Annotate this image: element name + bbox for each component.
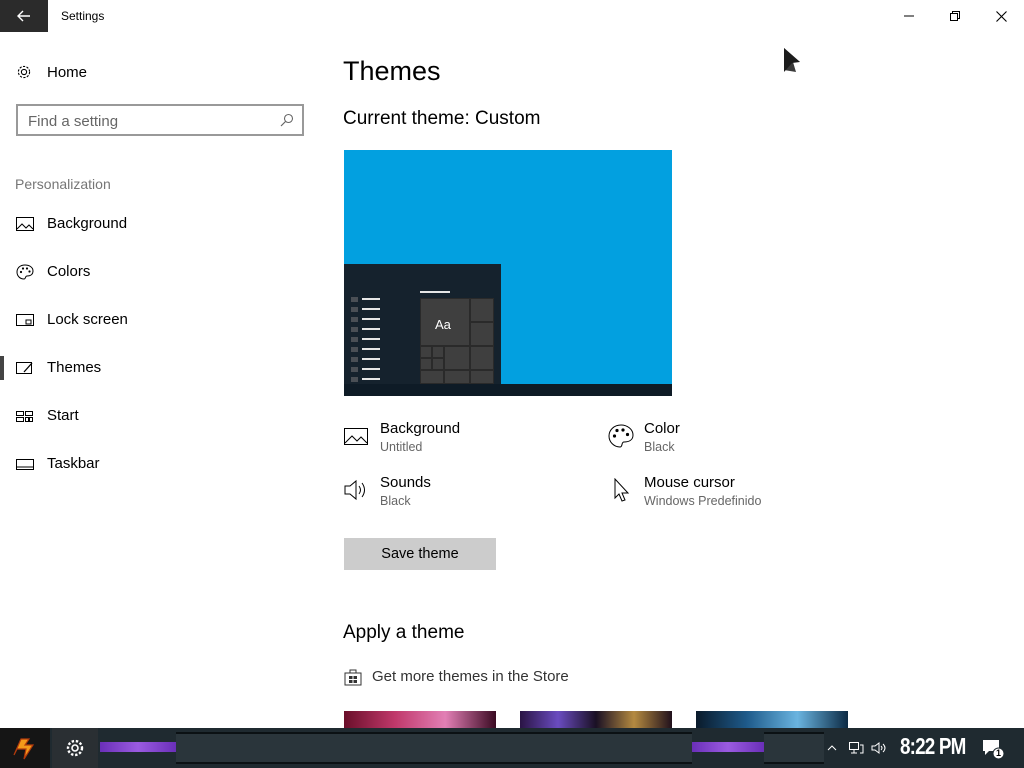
store-link-label: Get more themes in the Store: [372, 668, 569, 685]
gear-icon: [66, 739, 84, 757]
image-icon: [16, 217, 34, 231]
themes-icon: [16, 362, 33, 374]
taskbar-decoration: [100, 742, 176, 752]
network-icon: [849, 742, 864, 754]
sidebar-item-home[interactable]: Home: [0, 58, 320, 86]
selection-indicator: [0, 356, 4, 380]
taskbar-decoration: [692, 742, 764, 752]
start-logo-icon: [13, 738, 35, 760]
setting-value: Black: [644, 440, 675, 454]
sidebar-item-label: Lock screen: [47, 311, 128, 328]
start-icon: [16, 411, 33, 422]
notification-icon: [983, 740, 1005, 760]
setting-value: Untitled: [380, 440, 423, 454]
taskbar-frame: [176, 732, 692, 764]
palette-icon: [608, 424, 634, 448]
speaker-icon: [344, 479, 365, 501]
sidebar-item-background[interactable]: Background: [0, 204, 320, 244]
taskbar-icon: [16, 459, 34, 470]
cursor-icon: [614, 478, 630, 502]
setting-name: Color: [644, 420, 680, 437]
search-icon[interactable]: [280, 113, 294, 127]
notification-count: 1: [995, 748, 1001, 758]
image-icon: [344, 428, 368, 445]
setting-value: Black: [380, 494, 411, 508]
network-button[interactable]: [846, 738, 866, 758]
volume-button[interactable]: [870, 738, 890, 758]
section-label: Personalization: [15, 176, 111, 192]
background-setting[interactable]: Background Untitled: [344, 420, 584, 460]
mouse-cursor-setting[interactable]: Mouse cursor Windows Predefinido: [608, 474, 848, 514]
theme-thumbnail[interactable]: [344, 711, 496, 728]
gear-icon: [17, 65, 31, 79]
minimize-button[interactable]: [886, 0, 932, 32]
setting-name: Background: [380, 420, 461, 437]
lock-screen-icon: [16, 314, 34, 326]
setting-name: Sounds: [380, 474, 431, 491]
sidebar-item-lock-screen[interactable]: Lock screen: [0, 300, 320, 340]
sounds-setting[interactable]: Sounds Black: [344, 474, 584, 514]
page-title: Themes: [343, 56, 441, 86]
sidebar-item-start[interactable]: Start: [0, 396, 320, 436]
color-setting[interactable]: Color Black: [608, 420, 848, 460]
sidebar-item-label: Themes: [47, 359, 102, 376]
theme-preview: Aa: [344, 150, 672, 396]
current-theme-heading: Current theme: Custom: [343, 108, 541, 129]
arrow-left-icon: [17, 10, 30, 22]
setting-value: Windows Predefinido: [644, 494, 762, 508]
home-label: Home: [47, 64, 88, 81]
restore-icon: [950, 11, 960, 21]
preview-taskbar: [344, 384, 672, 396]
action-center-button[interactable]: 1: [982, 738, 1006, 760]
theme-thumbnail[interactable]: [520, 711, 672, 728]
show-hidden-icons-button[interactable]: [826, 738, 838, 758]
minimize-icon: [904, 15, 914, 17]
save-theme-button[interactable]: Save theme: [344, 538, 496, 570]
title-bar: Settings: [0, 0, 1024, 32]
main-content: Themes Current theme: Custom Aa Backgrou…: [320, 32, 1024, 728]
sidebar: Home Personalization Background Colors L…: [0, 32, 320, 728]
close-icon: [995, 10, 1007, 22]
taskbar-settings-button[interactable]: [52, 728, 98, 768]
apply-theme-heading: Apply a theme: [343, 622, 465, 643]
sidebar-item-label: Background: [47, 215, 128, 232]
back-button[interactable]: [0, 0, 48, 32]
theme-thumbnail[interactable]: [696, 711, 848, 728]
taskbar-frame: [764, 732, 824, 764]
sidebar-item-themes[interactable]: Themes: [0, 348, 320, 388]
taskbar-clock[interactable]: 8:22 PM: [900, 733, 966, 760]
preview-start-menu: Aa: [344, 264, 501, 384]
volume-icon: [871, 742, 886, 754]
setting-name: Mouse cursor: [644, 474, 735, 491]
mouse-pointer-icon: [784, 48, 800, 72]
sidebar-item-label: Start: [47, 407, 79, 424]
store-icon: [344, 669, 362, 686]
sidebar-item-label: Taskbar: [47, 455, 100, 472]
close-button[interactable]: [978, 0, 1024, 32]
restore-button[interactable]: [932, 0, 978, 32]
palette-icon: [16, 264, 34, 280]
sidebar-item-label: Colors: [47, 263, 91, 280]
search-input[interactable]: [28, 111, 268, 131]
search-box[interactable]: [16, 104, 304, 136]
sidebar-item-colors[interactable]: Colors: [0, 252, 320, 292]
chevron-up-icon: [827, 745, 837, 751]
sidebar-item-taskbar[interactable]: Taskbar: [0, 444, 320, 484]
preview-sample-text: Aa: [435, 317, 451, 332]
taskbar: 8:22 PM 1: [0, 728, 1024, 768]
start-button[interactable]: [0, 728, 50, 768]
window-title: Settings: [61, 9, 105, 23]
